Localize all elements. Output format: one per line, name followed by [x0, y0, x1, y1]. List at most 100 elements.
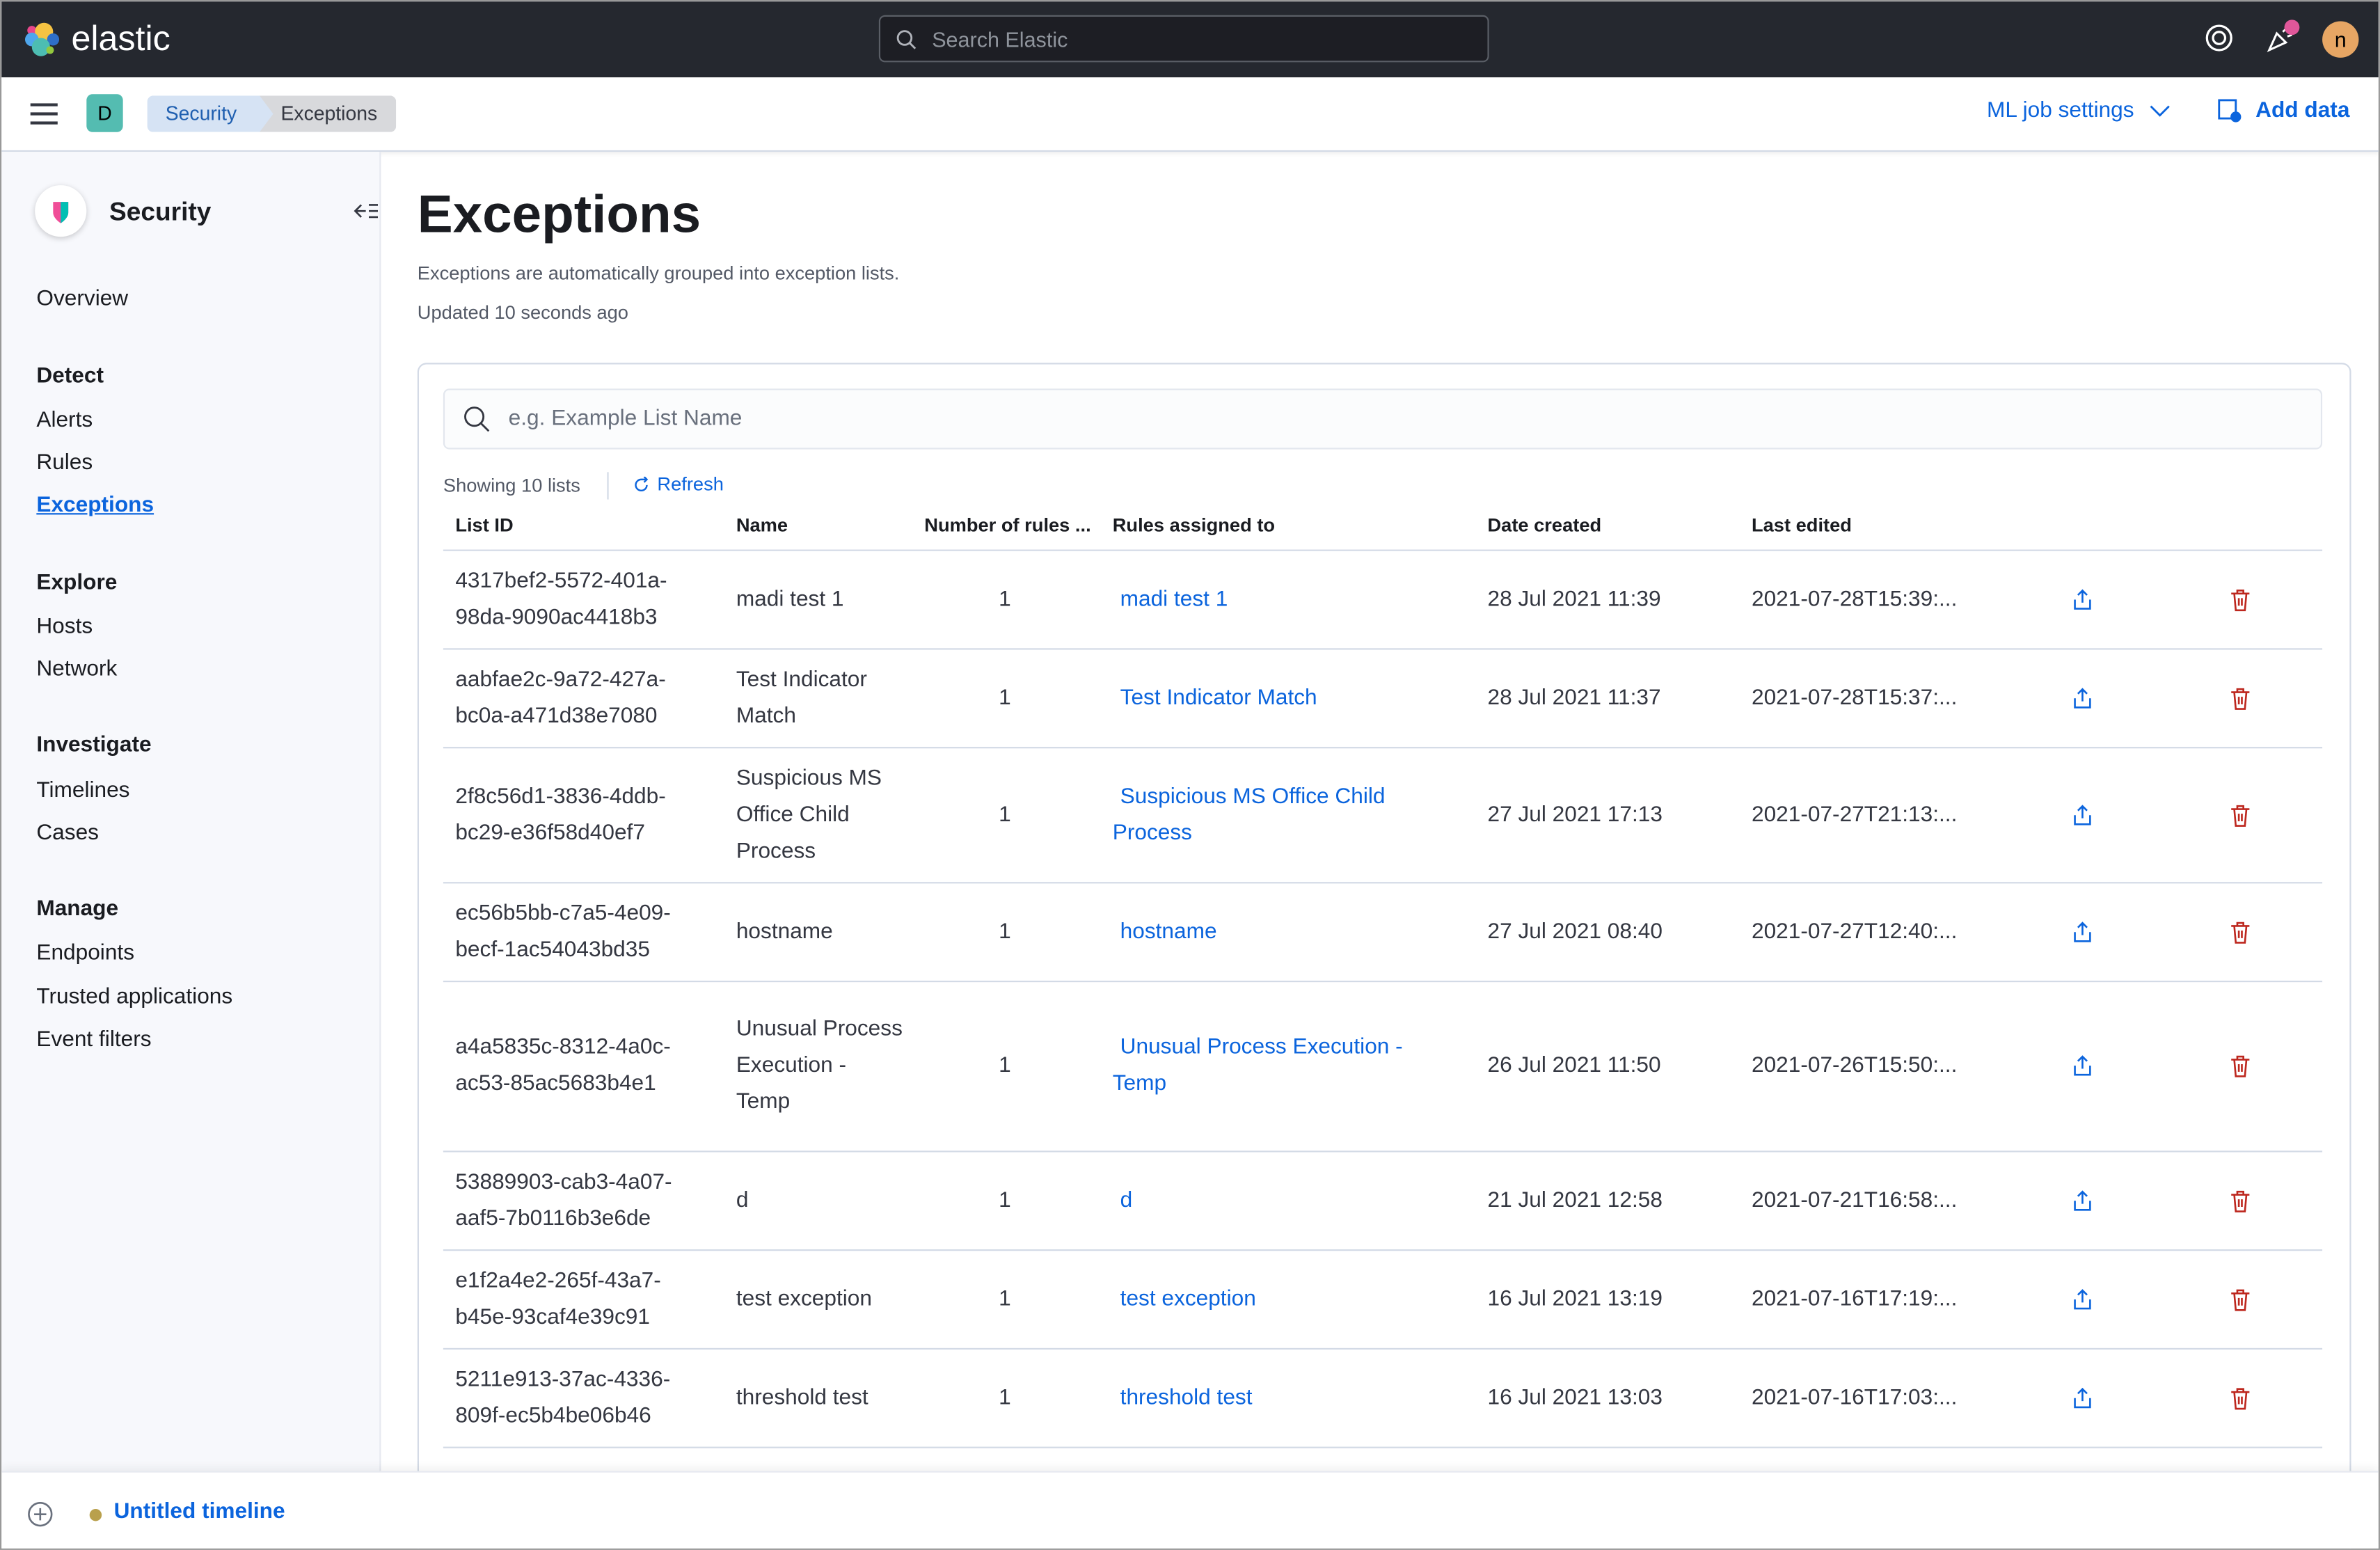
date-created-cell: 16 Jul 2021 13:19 — [1487, 1286, 1663, 1311]
rules-count-cell: 1 — [999, 685, 1011, 710]
menu-icon[interactable] — [30, 103, 58, 125]
sidebar-item-endpoints[interactable]: Endpoints — [36, 941, 134, 965]
last-edited-cell: 2021-07-27T21:13:... — [1751, 802, 1958, 827]
last-edited-cell: 2021-07-16T17:03:... — [1751, 1385, 1958, 1410]
list-id-cell: 53889903-cab3-4a07- aaf5-7b0116b3e6de — [455, 1164, 713, 1237]
date-created-cell: 21 Jul 2021 12:58 — [1487, 1187, 1663, 1212]
column-header-number-of-rules[interactable]: Number of rules ... — [924, 514, 1090, 536]
space-avatar[interactable]: D — [86, 94, 123, 132]
sidebar-item-exceptions[interactable]: Exceptions — [36, 493, 154, 518]
rule-link[interactable]: d — [1113, 1182, 1416, 1218]
list-id-part: ac53-85ac5683b4e1 — [455, 1071, 656, 1096]
date-created-cell: 28 Jul 2021 11:37 — [1487, 685, 1661, 710]
global-search-input[interactable]: Search Elastic — [878, 15, 1489, 63]
export-icon[interactable] — [2070, 686, 2095, 710]
main-content: Exceptions Exceptions are automatically … — [381, 152, 2378, 1549]
list-id-cell: 5211e913-37ac-4336- 809f-ec5b4be06b46 — [455, 1361, 713, 1434]
rules-count-cell: 1 — [999, 586, 1011, 611]
export-icon[interactable] — [2070, 802, 2095, 827]
sidebar-item-trusted-applications[interactable]: Trusted applications — [36, 986, 232, 1010]
last-edited-cell: 2021-07-27T12:40:... — [1751, 919, 1958, 944]
add-data-button[interactable]: Add data — [2218, 98, 2350, 123]
table-row: a4a5835c-8312-4a0c-ac53-85ac5683b4e1 Unus… — [443, 981, 2323, 1153]
search-icon — [464, 406, 490, 432]
rules-count-cell: 1 — [999, 802, 1011, 827]
refresh-button[interactable]: Refresh — [633, 473, 724, 496]
timeline-status-dot — [89, 1509, 102, 1521]
collapse-sidebar-icon[interactable] — [354, 202, 379, 220]
delete-icon[interactable] — [2228, 587, 2253, 611]
rule-link[interactable]: hostname — [1113, 913, 1416, 949]
export-icon[interactable] — [2070, 1385, 2095, 1409]
sidebar-item-network[interactable]: Network — [36, 657, 117, 681]
export-icon[interactable] — [2070, 919, 2095, 944]
list-search-input[interactable]: e.g. Example List Name — [443, 388, 2323, 450]
search-icon — [896, 29, 917, 49]
sidebar-item-rules[interactable]: Rules — [36, 451, 93, 475]
rule-link[interactable]: test exception — [1113, 1281, 1416, 1317]
column-header-rules-assigned-to[interactable]: Rules assigned to — [1113, 514, 1275, 536]
delete-icon[interactable] — [2228, 919, 2253, 944]
rules-count-cell: 1 — [999, 1187, 1011, 1212]
column-header-list-id[interactable]: List ID — [455, 514, 513, 536]
sidebar-item-timelines[interactable]: Timelines — [36, 779, 129, 803]
delete-icon[interactable] — [2228, 802, 2253, 827]
list-id-cell: 4317bef2-5572-401a- 98da-9090ac4418b3 — [455, 562, 713, 635]
list-search-placeholder: e.g. Example List Name — [508, 406, 743, 432]
user-avatar[interactable]: n — [2322, 21, 2359, 58]
list-id-cell: e1f2a4e2-265f-43a7- b45e-93caf4e39c91 — [455, 1263, 713, 1336]
list-id-part: bc0a-a471d38e7080 — [455, 703, 658, 728]
page-description: Exceptions are automatically grouped int… — [417, 262, 900, 284]
column-header-name[interactable]: Name — [736, 514, 788, 536]
ml-job-settings-button[interactable]: ML job settings — [1987, 99, 2171, 123]
divider — [607, 472, 609, 500]
untitled-timeline-link[interactable]: Untitled timeline — [114, 1500, 285, 1524]
breadcrumb-security[interactable]: Security — [147, 95, 278, 132]
last-edited-cell: 2021-07-21T16:58:... — [1751, 1187, 1958, 1212]
last-edited-cell: 2021-07-28T15:39:... — [1751, 586, 1958, 611]
list-id-part: 809f-ec5b4be06b46 — [455, 1403, 651, 1428]
delete-icon[interactable] — [2228, 1286, 2253, 1311]
sidebar-group-investigate: Investigate — [36, 733, 152, 758]
name-cell: Suspicious MS Office Child Process — [736, 766, 882, 863]
delete-icon[interactable] — [2228, 1054, 2253, 1078]
list-id-part: 5211e913-37ac-4336- — [455, 1367, 671, 1391]
name-cell: hostname — [736, 919, 833, 944]
export-icon[interactable] — [2070, 587, 2095, 611]
export-icon[interactable] — [2070, 1188, 2095, 1212]
sidebar-item-overview[interactable]: Overview — [36, 287, 128, 311]
sidebar-item-alerts[interactable]: Alerts — [36, 409, 93, 433]
column-header-last-edited[interactable]: Last edited — [1752, 514, 1852, 536]
column-header-date-created[interactable]: Date created — [1487, 514, 1601, 536]
last-edited-cell: 2021-07-16T17:19:... — [1751, 1286, 1958, 1311]
rule-link[interactable]: Unusual Process Execution - Temp — [1113, 1029, 1416, 1102]
notification-dot — [2284, 19, 2300, 35]
delete-icon[interactable] — [2228, 686, 2253, 710]
rule-link[interactable]: Test Indicator Match — [1113, 679, 1416, 715]
rule-link[interactable]: madi test 1 — [1113, 580, 1416, 617]
list-id-part: aabfae2c-9a72-427a- — [455, 667, 666, 692]
list-id-cell: 2f8c56d1-3836-4ddb-bc29-e36f58d40ef7 — [455, 778, 713, 851]
add-data-label: Add data — [2255, 98, 2350, 123]
help-icon[interactable] — [2204, 23, 2235, 54]
add-timeline-icon[interactable] — [27, 1501, 53, 1527]
export-icon[interactable] — [2070, 1286, 2095, 1311]
search-placeholder: Search Elastic — [932, 26, 1068, 52]
rules-count-cell: 1 — [999, 919, 1011, 944]
table-row: ec56b5bb-c7a5-4e09- becf-1ac54043bd35 host… — [443, 882, 2323, 983]
sidebar-item-hosts[interactable]: Hosts — [36, 615, 93, 639]
name-cell: Test Indicator Match — [736, 667, 867, 728]
elastic-logo[interactable]: elastic — [23, 18, 170, 59]
date-created-cell: 26 Jul 2021 11:50 — [1487, 1053, 1661, 1078]
refresh-label: Refresh — [657, 473, 724, 496]
rule-link[interactable]: threshold test — [1113, 1379, 1416, 1416]
sidebar-item-cases[interactable]: Cases — [36, 821, 99, 846]
date-created-cell: 16 Jul 2021 13:03 — [1487, 1385, 1663, 1410]
name-cell: test exception — [736, 1286, 873, 1311]
export-icon[interactable] — [2070, 1054, 2095, 1078]
table-row: 5211e913-37ac-4336- 809f-ec5b4be06b46 thre… — [443, 1348, 2323, 1448]
rule-link[interactable]: Suspicious MS Office Child Process — [1113, 778, 1416, 851]
delete-icon[interactable] — [2228, 1385, 2253, 1409]
sidebar-item-event-filters[interactable]: Event filters — [36, 1028, 151, 1052]
delete-icon[interactable] — [2228, 1188, 2253, 1212]
